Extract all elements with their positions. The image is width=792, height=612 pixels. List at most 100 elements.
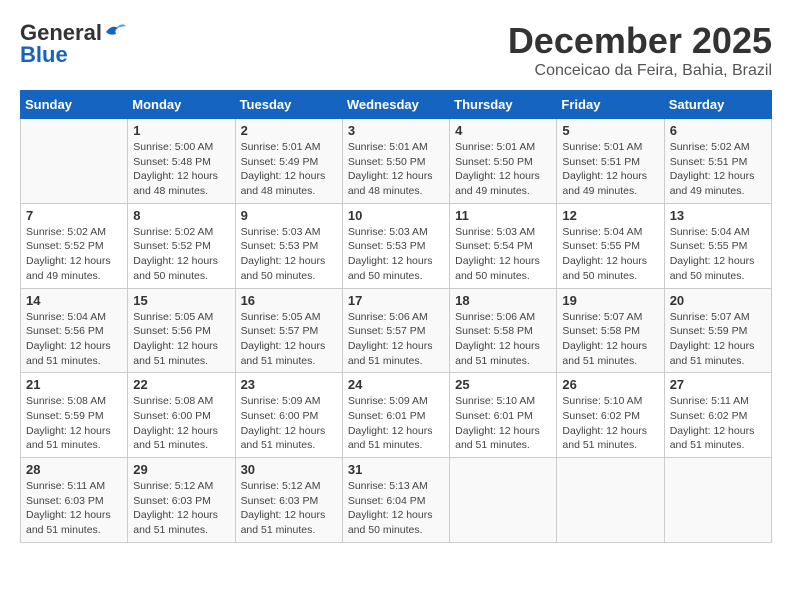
- calendar-cell: 28 Sunrise: 5:11 AM Sunset: 6:03 PM Dayli…: [21, 458, 128, 543]
- day-number: 16: [241, 293, 337, 308]
- calendar-body: 1 Sunrise: 5:00 AM Sunset: 5:48 PM Daylig…: [21, 119, 772, 543]
- calendar-cell: 12 Sunrise: 5:04 AM Sunset: 5:55 PM Dayli…: [557, 203, 664, 288]
- day-info: Sunrise: 5:02 AM Sunset: 5:52 PM Dayligh…: [26, 225, 122, 284]
- day-info: Sunrise: 5:05 AM Sunset: 5:57 PM Dayligh…: [241, 310, 337, 369]
- logo-blue-text: Blue: [20, 42, 68, 68]
- day-number: 9: [241, 208, 337, 223]
- day-info: Sunrise: 5:11 AM Sunset: 6:03 PM Dayligh…: [26, 479, 122, 538]
- header-day-monday: Monday: [128, 91, 235, 119]
- day-info: Sunrise: 5:00 AM Sunset: 5:48 PM Dayligh…: [133, 140, 229, 199]
- day-number: 29: [133, 462, 229, 477]
- day-info: Sunrise: 5:05 AM Sunset: 5:56 PM Dayligh…: [133, 310, 229, 369]
- calendar-cell: 18Sunrise: 5:06 AM Sunset: 5:58 PM Dayli…: [450, 288, 557, 373]
- day-info: Sunrise: 5:10 AM Sunset: 6:02 PM Dayligh…: [562, 394, 658, 453]
- day-number: 20: [670, 293, 766, 308]
- header-day-sunday: Sunday: [21, 91, 128, 119]
- day-number: 7: [26, 208, 122, 223]
- day-number: 13: [670, 208, 766, 223]
- day-info: Sunrise: 5:08 AM Sunset: 6:00 PM Dayligh…: [133, 394, 229, 453]
- calendar-cell: [664, 458, 771, 543]
- logo: General Blue: [20, 20, 126, 68]
- calendar-week-1: 1 Sunrise: 5:00 AM Sunset: 5:48 PM Daylig…: [21, 119, 772, 204]
- calendar-cell: 30Sunrise: 5:12 AM Sunset: 6:03 PM Dayli…: [235, 458, 342, 543]
- day-number: 6: [670, 123, 766, 138]
- calendar-cell: [557, 458, 664, 543]
- day-number: 5: [562, 123, 658, 138]
- calendar-cell: 10 Sunrise: 5:03 AM Sunset: 5:53 PM Dayli…: [342, 203, 449, 288]
- day-info: Sunrise: 5:03 AM Sunset: 5:53 PM Dayligh…: [348, 225, 444, 284]
- calendar-cell: 20 Sunrise: 5:07 AM Sunset: 5:59 PM Dayli…: [664, 288, 771, 373]
- day-info: Sunrise: 5:09 AM Sunset: 6:01 PM Dayligh…: [348, 394, 444, 453]
- calendar-week-2: 7 Sunrise: 5:02 AM Sunset: 5:52 PM Daylig…: [21, 203, 772, 288]
- day-number: 2: [241, 123, 337, 138]
- day-info: Sunrise: 5:11 AM Sunset: 6:02 PM Dayligh…: [670, 394, 766, 453]
- header-row: SundayMondayTuesdayWednesdayThursdayFrid…: [21, 91, 772, 119]
- day-number: 19: [562, 293, 658, 308]
- calendar-cell: 24 Sunrise: 5:09 AM Sunset: 6:01 PM Dayli…: [342, 373, 449, 458]
- calendar-cell: 13 Sunrise: 5:04 AM Sunset: 5:55 PM Dayli…: [664, 203, 771, 288]
- day-info: Sunrise: 5:07 AM Sunset: 5:59 PM Dayligh…: [670, 310, 766, 369]
- day-info: Sunrise: 5:09 AM Sunset: 6:00 PM Dayligh…: [241, 394, 337, 453]
- day-number: 25: [455, 377, 551, 392]
- day-info: Sunrise: 5:06 AM Sunset: 5:58 PM Dayligh…: [455, 310, 551, 369]
- calendar-cell: 2 Sunrise: 5:01 AM Sunset: 5:49 PM Daylig…: [235, 119, 342, 204]
- day-info: Sunrise: 5:01 AM Sunset: 5:50 PM Dayligh…: [455, 140, 551, 199]
- page-header: General Blue December 2025 Conceicao da …: [20, 20, 772, 80]
- day-info: Sunrise: 5:01 AM Sunset: 5:51 PM Dayligh…: [562, 140, 658, 199]
- header-day-tuesday: Tuesday: [235, 91, 342, 119]
- calendar-header: SundayMondayTuesdayWednesdayThursdayFrid…: [21, 91, 772, 119]
- calendar-cell: 27 Sunrise: 5:11 AM Sunset: 6:02 PM Dayli…: [664, 373, 771, 458]
- day-number: 12: [562, 208, 658, 223]
- calendar-cell: 19 Sunrise: 5:07 AM Sunset: 5:58 PM Dayli…: [557, 288, 664, 373]
- calendar-cell: 23 Sunrise: 5:09 AM Sunset: 6:00 PM Dayli…: [235, 373, 342, 458]
- day-info: Sunrise: 5:08 AM Sunset: 5:59 PM Dayligh…: [26, 394, 122, 453]
- day-number: 1: [133, 123, 229, 138]
- day-number: 31: [348, 462, 444, 477]
- calendar-cell: 7 Sunrise: 5:02 AM Sunset: 5:52 PM Daylig…: [21, 203, 128, 288]
- day-number: 30: [241, 462, 337, 477]
- calendar-cell: 1 Sunrise: 5:00 AM Sunset: 5:48 PM Daylig…: [128, 119, 235, 204]
- calendar-cell: 9Sunrise: 5:03 AM Sunset: 5:53 PM Daylig…: [235, 203, 342, 288]
- header-day-saturday: Saturday: [664, 91, 771, 119]
- day-info: Sunrise: 5:10 AM Sunset: 6:01 PM Dayligh…: [455, 394, 551, 453]
- calendar-location: Conceicao da Feira, Bahia, Brazil: [508, 62, 772, 80]
- day-number: 14: [26, 293, 122, 308]
- day-number: 28: [26, 462, 122, 477]
- calendar-cell: 5 Sunrise: 5:01 AM Sunset: 5:51 PM Daylig…: [557, 119, 664, 204]
- day-number: 17: [348, 293, 444, 308]
- day-number: 27: [670, 377, 766, 392]
- calendar-cell: 25 Sunrise: 5:10 AM Sunset: 6:01 PM Dayli…: [450, 373, 557, 458]
- day-number: 15: [133, 293, 229, 308]
- day-info: Sunrise: 5:02 AM Sunset: 5:52 PM Dayligh…: [133, 225, 229, 284]
- day-number: 4: [455, 123, 551, 138]
- day-number: 26: [562, 377, 658, 392]
- day-info: Sunrise: 5:07 AM Sunset: 5:58 PM Dayligh…: [562, 310, 658, 369]
- day-info: Sunrise: 5:13 AM Sunset: 6:04 PM Dayligh…: [348, 479, 444, 538]
- day-info: Sunrise: 5:02 AM Sunset: 5:51 PM Dayligh…: [670, 140, 766, 199]
- day-info: Sunrise: 5:01 AM Sunset: 5:49 PM Dayligh…: [241, 140, 337, 199]
- calendar-week-3: 14Sunrise: 5:04 AM Sunset: 5:56 PM Dayli…: [21, 288, 772, 373]
- calendar-cell: 26 Sunrise: 5:10 AM Sunset: 6:02 PM Dayli…: [557, 373, 664, 458]
- header-day-wednesday: Wednesday: [342, 91, 449, 119]
- calendar-cell: 8Sunrise: 5:02 AM Sunset: 5:52 PM Daylig…: [128, 203, 235, 288]
- calendar-cell: 3Sunrise: 5:01 AM Sunset: 5:50 PM Daylig…: [342, 119, 449, 204]
- day-number: 24: [348, 377, 444, 392]
- calendar-cell: 14Sunrise: 5:04 AM Sunset: 5:56 PM Dayli…: [21, 288, 128, 373]
- calendar-month-year: December 2025: [508, 20, 772, 62]
- calendar-cell: [21, 119, 128, 204]
- day-number: 11: [455, 208, 551, 223]
- logo-bird-icon: [104, 22, 126, 40]
- day-info: Sunrise: 5:04 AM Sunset: 5:55 PM Dayligh…: [670, 225, 766, 284]
- calendar-cell: 15 Sunrise: 5:05 AM Sunset: 5:56 PM Dayli…: [128, 288, 235, 373]
- calendar-title-section: December 2025 Conceicao da Feira, Bahia,…: [508, 20, 772, 80]
- calendar-table: SundayMondayTuesdayWednesdayThursdayFrid…: [20, 90, 772, 543]
- calendar-week-4: 21 Sunrise: 5:08 AM Sunset: 5:59 PM Dayli…: [21, 373, 772, 458]
- calendar-week-5: 28 Sunrise: 5:11 AM Sunset: 6:03 PM Dayli…: [21, 458, 772, 543]
- day-info: Sunrise: 5:03 AM Sunset: 5:54 PM Dayligh…: [455, 225, 551, 284]
- header-day-thursday: Thursday: [450, 91, 557, 119]
- day-info: Sunrise: 5:04 AM Sunset: 5:55 PM Dayligh…: [562, 225, 658, 284]
- day-number: 21: [26, 377, 122, 392]
- day-number: 23: [241, 377, 337, 392]
- day-number: 10: [348, 208, 444, 223]
- calendar-cell: 16 Sunrise: 5:05 AM Sunset: 5:57 PM Dayli…: [235, 288, 342, 373]
